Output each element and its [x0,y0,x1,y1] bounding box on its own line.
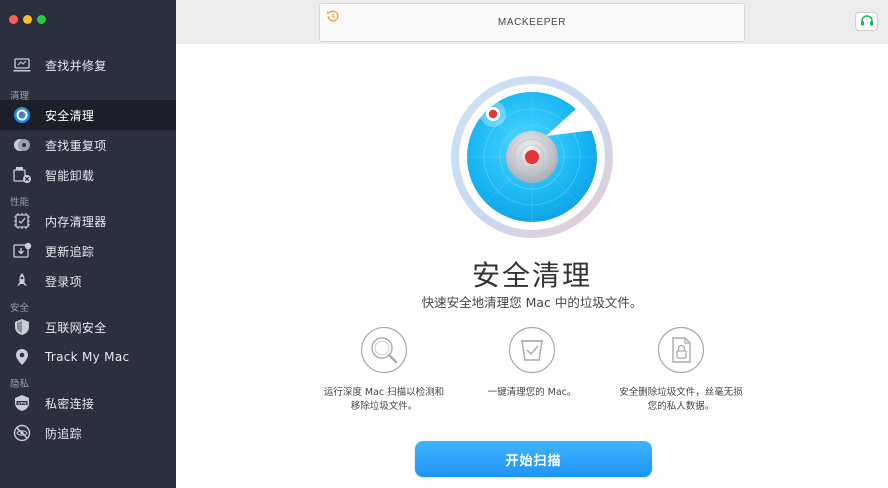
sidebar-item-label: 安全清理 [45,108,95,123]
sidebar-item-login-items[interactable]: 登录项 [0,266,176,296]
shield-icon [12,317,32,337]
sidebar-item-label: 登录项 [45,274,82,289]
sidebar-item-label: 查找并修复 [45,58,107,73]
sidebar-item-internet-security[interactable]: 互联网安全 [0,312,176,342]
sidebar-item-private-connect[interactable]: VPN 私密连接 [0,388,176,418]
safe-cleanup-icon [12,105,32,125]
sidebar-item-update-tracker[interactable]: 更新追踪 [0,236,176,266]
duplicates-icon [12,135,32,155]
magnifier-icon [360,326,408,374]
top-bar: MACKEEPER [176,0,888,44]
feature-text-line: 移除垃圾文件。 [350,401,418,412]
sidebar: 查找并修复 清理 安全清理 查找重复项 智能卸载 性能 内存清理器 更新追踪 登… [0,0,176,488]
sidebar-item-label: 内存清理器 [45,214,107,229]
svg-text:VPN: VPN [18,401,26,405]
start-scan-button[interactable]: 开始扫描 [415,441,652,477]
rocket-icon [12,271,32,291]
trash-bin-icon [508,326,556,374]
app-title: MACKEEPER [497,17,567,28]
feature-text-line: 您的私人数据。 [647,401,715,412]
sidebar-item-duplicates[interactable]: 查找重复项 [0,130,176,160]
sidebar-item-anti-tracking[interactable]: 防追踪 [0,418,176,448]
locked-file-icon [657,326,705,374]
feature-secure-delete: 安全删除垃圾文件，丝毫无损 您的私人数据。 [591,326,771,414]
close-window-button[interactable] [9,15,18,24]
radar-hero-icon [451,76,613,238]
headset-icon [860,12,874,31]
sidebar-item-find-and-fix[interactable]: 查找并修复 [0,50,176,80]
main-content: 安全清理 快速安全地清理您 Mac 中的垃圾文件。 运行深度 Mac 扫描以检测… [176,44,888,488]
sidebar-item-label: 防追踪 [45,426,82,441]
feature-text-line: 安全删除垃圾文件，丝毫无损 [619,387,743,398]
location-pin-icon [12,347,32,367]
minimize-window-button[interactable] [23,15,32,24]
memory-icon [12,211,32,231]
sidebar-item-label: 互联网安全 [45,320,107,335]
sidebar-item-label: 智能卸载 [45,168,95,183]
sidebar-item-label: Track My Mac [45,350,130,364]
uninstaller-icon [12,165,32,185]
anti-tracking-icon [12,423,32,443]
sidebar-item-safe-cleanup[interactable]: 安全清理 [0,100,176,130]
page-subtitle: 快速安全地清理您 Mac 中的垃圾文件。 [421,295,643,310]
laptop-icon [12,55,32,75]
sidebar-item-label: 查找重复项 [45,138,107,153]
title-box: MACKEEPER [319,3,745,42]
sidebar-item-smart-uninstaller[interactable]: 智能卸载 [0,160,176,190]
sidebar-item-memory-cleaner[interactable]: 内存清理器 [0,206,176,236]
zoom-window-button[interactable] [37,15,46,24]
vpn-icon: VPN [12,393,32,413]
update-icon [12,241,32,261]
sidebar-item-label: 更新追踪 [45,244,95,259]
support-button[interactable] [855,12,878,31]
sidebar-item-label: 私密连接 [45,396,95,411]
sidebar-item-track-my-mac[interactable]: Track My Mac [0,342,176,372]
window-controls [9,15,46,24]
page-title: 安全清理 [471,259,592,292]
